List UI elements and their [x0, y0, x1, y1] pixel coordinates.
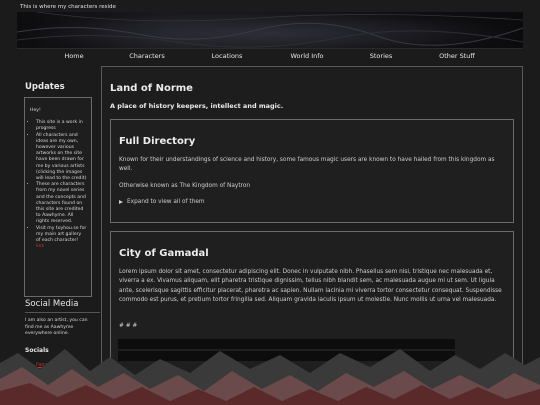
gamadal-text: Lorem ipsum dolor sit amet, consectetur …	[119, 269, 502, 303]
nav-stories[interactable]: Stories	[370, 52, 393, 60]
nav-characters[interactable]: Characters	[129, 52, 164, 60]
updates-heading: Updates	[25, 82, 65, 92]
full-directory-title: Full Directory	[119, 136, 196, 147]
social-media-heading: Social Media	[25, 299, 79, 309]
section-marker: # # #	[119, 323, 138, 329]
social-text: I am also an artist, you can find me as …	[25, 318, 88, 336]
expand-label: Expand to view all of them	[127, 199, 205, 205]
main-nav: Home Characters Locations World Info Sto…	[0, 49, 540, 65]
updates-greeting: Hey!	[30, 108, 41, 113]
updates-list: This site is a work in progress All char…	[30, 120, 87, 250]
nav-other-stuff[interactable]: Other Stuff	[439, 52, 475, 60]
kingdom-text: Otherwise known as The Kingdom of Naytro…	[119, 183, 251, 189]
updates-box: Hey! This site is a work in progress All…	[24, 97, 92, 297]
nav-home[interactable]: Home	[64, 52, 83, 60]
full-directory-text: Known for their understandings of scienc…	[119, 157, 495, 173]
mountain-footer-art	[0, 349, 540, 405]
update-item: All characters and ideas are my own, how…	[36, 133, 87, 183]
toyhouse-link[interactable]: link	[36, 244, 44, 249]
update-item: This site is a work in progress	[36, 120, 87, 132]
update-item: These are characters from my novel serie…	[36, 182, 87, 225]
nav-locations[interactable]: Locations	[212, 52, 243, 60]
expand-directory-toggle[interactable]: Expand to view all of them	[119, 199, 205, 205]
divider	[25, 312, 100, 313]
update-item: Visit my toyhou.se for my main art galle…	[36, 226, 87, 251]
gamadal-title: City of Gamadal	[119, 248, 209, 259]
page-title: Land of Norme	[110, 83, 193, 94]
update-item-text: Visit my toyhou.se for my main art galle…	[36, 225, 87, 244]
tagline: This is where my characters reside	[20, 4, 116, 10]
header-banner	[17, 12, 523, 49]
page-subtitle: A place of history keepers, intellect an…	[110, 102, 284, 110]
nav-world-info[interactable]: World Info	[291, 52, 324, 60]
banner-art	[17, 12, 523, 48]
triangle-right-icon	[119, 199, 123, 204]
